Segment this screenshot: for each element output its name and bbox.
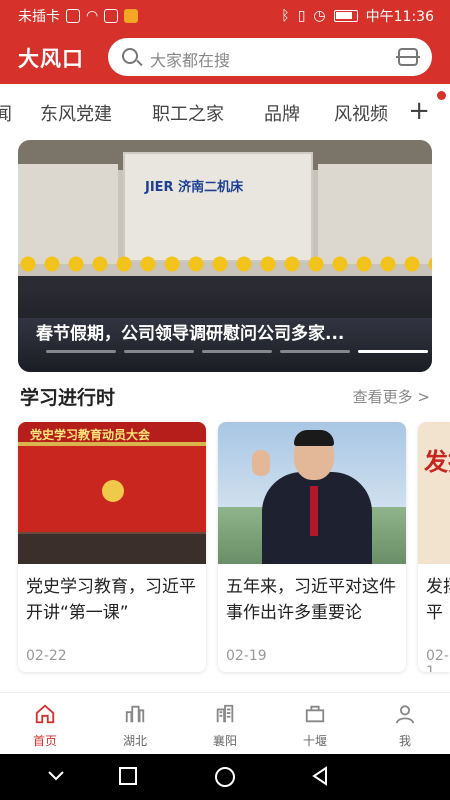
news-card[interactable]: 党史学习教育动员大会 党史学习教育，习近平开讲“第一课” 02-22 xyxy=(18,422,206,672)
tab-partial[interactable]: 闻 xyxy=(0,100,12,126)
user-icon xyxy=(395,705,415,724)
news-card-title: 五年来，习近平对这件事作出许多重要论 xyxy=(226,577,396,623)
notification-dot xyxy=(437,91,446,100)
nav-xiangyang[interactable]: 襄阳 xyxy=(195,699,255,749)
tab-brand[interactable]: 品牌 xyxy=(264,100,300,126)
news-card-image xyxy=(218,422,406,564)
figure-tie xyxy=(310,486,318,536)
channel-tabs: 闻 东风党建 职工之家 品牌 风视频 + xyxy=(0,84,450,140)
sim-icon xyxy=(66,9,80,23)
image-big-text: 发扬 xyxy=(424,448,450,476)
search-icon xyxy=(122,48,138,64)
back-icon[interactable] xyxy=(310,766,330,786)
bluetooth-icon: ᛒ xyxy=(281,8,290,24)
news-card-date: 02-19 xyxy=(226,648,267,664)
status-bar: 未插卡 ◠ ᛒ ▯ ◷ 中午11:36 xyxy=(0,0,450,30)
tab-feng-video[interactable]: 风视频 xyxy=(334,100,388,126)
bottom-nav: 首页 湖北 襄阳 十堰 我 xyxy=(0,692,450,754)
emblem-icon xyxy=(102,480,124,502)
section-title: 学习进行时 xyxy=(20,387,116,409)
recents-icon[interactable] xyxy=(118,766,138,786)
machine-logo: JIER 济南二机床 xyxy=(145,180,244,195)
carousel-dot xyxy=(280,350,350,353)
carrier-text: 未插卡 xyxy=(18,9,60,25)
status-time: 中午11:36 xyxy=(365,9,434,25)
stage xyxy=(18,534,206,564)
buildings-icon xyxy=(125,705,145,723)
nav-shiyan[interactable]: 十堰 xyxy=(285,699,345,749)
hero-banner[interactable]: JIER 济南二机床 春节假期，公司领导调研慰问公司多家... xyxy=(18,140,432,372)
search-bar[interactable]: 大家都在搜 xyxy=(108,38,432,76)
nav-hubei-label: 湖北 xyxy=(122,734,147,748)
scan-icon[interactable] xyxy=(396,48,420,66)
nav-home-label: 首页 xyxy=(32,734,57,748)
news-card[interactable]: 五年来，习近平对这件事作出许多重要论 02-19 xyxy=(218,422,406,672)
hero-machine: JIER 济南二机床 xyxy=(123,152,313,262)
news-card-date: 02-22 xyxy=(26,648,67,664)
carousel-dot xyxy=(46,350,116,353)
carousel-dot xyxy=(124,350,194,353)
alarm-icon: ◷ xyxy=(313,8,326,24)
app-header: 大风口 大家都在搜 xyxy=(0,30,450,84)
home-circle-icon[interactable] xyxy=(214,766,236,788)
search-placeholder: 大家都在搜 xyxy=(150,51,231,70)
news-card-title: 党史学习教育，习近平开讲“第一课” xyxy=(26,577,196,623)
nav-me-label: 我 xyxy=(398,734,411,748)
image-banner-text: 党史学习教育动员大会 xyxy=(30,428,151,442)
nav-me[interactable]: 我 xyxy=(375,699,435,749)
carousel-dot xyxy=(202,350,272,353)
news-card-date: 02-1 xyxy=(426,648,449,672)
dropdown-icon[interactable] xyxy=(46,768,66,784)
hero-caption: 春节假期，公司领导调研慰问公司多家... xyxy=(36,324,345,344)
notification-icon xyxy=(104,9,119,23)
carousel-indicator xyxy=(46,350,428,353)
see-more-link[interactable]: 查看更多 > xyxy=(353,386,430,407)
nav-home[interactable]: 首页 xyxy=(15,699,75,749)
system-nav-bar xyxy=(0,754,450,800)
battery-icon xyxy=(333,10,358,22)
home-icon xyxy=(35,704,55,724)
nav-hubei[interactable]: 湖北 xyxy=(105,699,165,749)
nav-xiangyang-label: 襄阳 xyxy=(212,734,237,748)
news-card-image: 党史学习教育动员大会 xyxy=(18,422,206,564)
tab-workers-home[interactable]: 职工之家 xyxy=(152,100,224,126)
figure-hair xyxy=(294,430,334,446)
wifi-icon: ◠ xyxy=(86,8,99,24)
tab-dongfeng-party[interactable]: 东风党建 xyxy=(40,100,112,126)
carousel-dot-active xyxy=(358,350,428,353)
news-card-image: 发扬 xyxy=(418,422,450,564)
app-notification-icon xyxy=(124,9,139,23)
vibrate-icon: ▯ xyxy=(297,8,306,24)
figure-hand xyxy=(252,450,270,476)
briefcase-icon xyxy=(305,705,325,723)
nav-shiyan-label: 十堰 xyxy=(302,734,327,748)
news-card-partial[interactable]: 发扬 发扬近平 02-1 xyxy=(418,422,450,672)
city-icon xyxy=(216,704,234,723)
app-logo: 大风口 xyxy=(18,47,84,71)
news-card-title: 发扬近平 xyxy=(426,577,450,623)
add-channel-button[interactable]: + xyxy=(408,96,430,126)
